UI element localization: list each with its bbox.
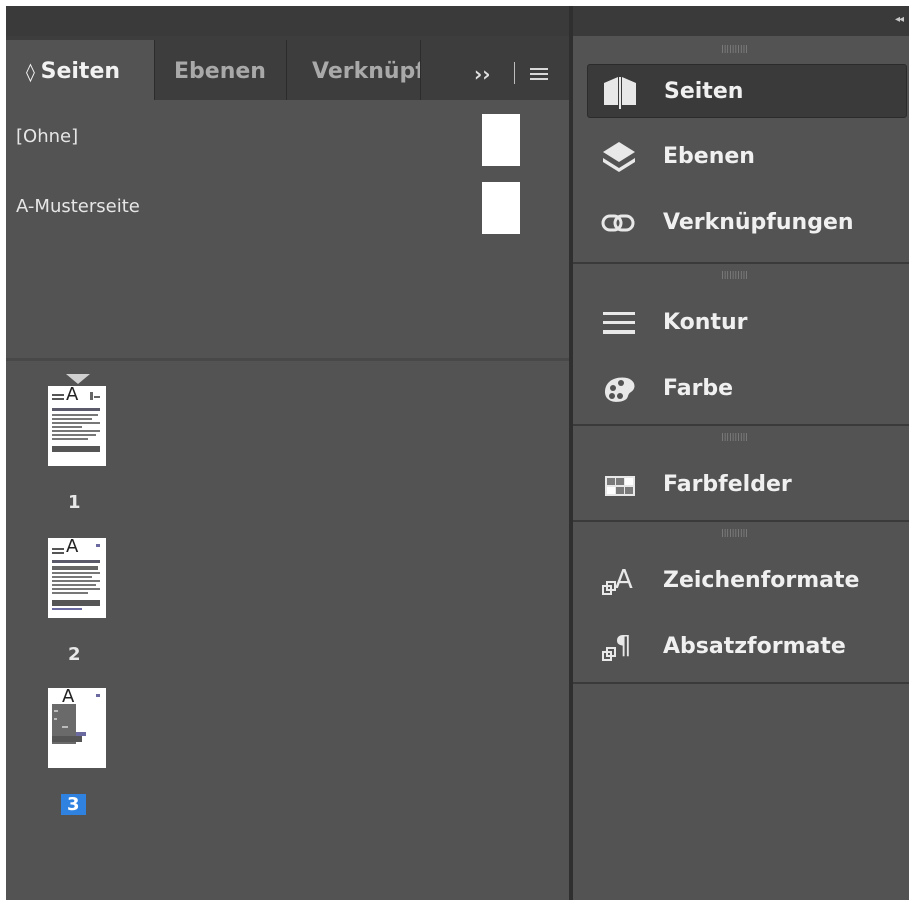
layers-icon — [601, 140, 637, 174]
dock-group-divider — [573, 262, 909, 264]
dock-item-kontur[interactable]: Kontur — [587, 296, 905, 348]
grip-handle-icon[interactable]: |||||||||| — [721, 529, 767, 537]
page-number-2[interactable]: 2 — [68, 644, 81, 665]
tab-seiten[interactable]: ◊ Seiten — [6, 40, 154, 100]
dock-group-divider — [573, 424, 909, 426]
master-label: [Ohne] — [16, 126, 79, 147]
dock-item-label: Absatzformate — [663, 634, 846, 659]
master-prefix: A — [62, 688, 75, 707]
master-thumbnail-none[interactable] — [482, 114, 520, 166]
dock-group-divider — [573, 682, 909, 684]
master-thumbnail-a[interactable] — [482, 182, 520, 234]
grip-handle-icon[interactable]: |||||||||| — [721, 433, 767, 441]
dock-item-label: Verknüpfungen — [663, 210, 854, 235]
paragraph-styles-icon: ¶ — [601, 630, 637, 664]
page-thumbnail-1[interactable]: A — [48, 386, 106, 466]
dock-item-absatzformate[interactable]: ¶ Absatzformate — [587, 620, 905, 672]
master-label: A-Musterseite — [16, 196, 140, 217]
master-item-a[interactable]: A-Musterseite — [16, 196, 140, 217]
page-thumbnail-3[interactable]: A — [48, 688, 106, 768]
insert-marker-icon — [66, 374, 90, 384]
indesign-panel-dock: ◂◂ ◊ Seiten Ebenen Verknüpf ›› [Ohne] A-… — [6, 6, 909, 900]
tab-verknuepfungen[interactable]: Verknüpf — [286, 40, 420, 100]
grip-handle-icon[interactable]: |||||||||| — [721, 271, 767, 279]
dock-item-label: Seiten — [664, 79, 744, 104]
dock-item-ebenen[interactable]: Ebenen — [587, 130, 905, 182]
dock-splitter[interactable] — [569, 6, 573, 900]
dock-item-seiten[interactable]: Seiten — [587, 64, 907, 118]
dock-item-verknuepfungen[interactable]: Verknüpfungen — [587, 196, 905, 248]
pages-icon — [602, 75, 638, 109]
master-prefix: A — [66, 538, 79, 557]
page-thumbnail-2[interactable]: A — [48, 538, 106, 618]
panel-tab-bar: ◊ Seiten Ebenen Verknüpf ›› — [6, 36, 569, 100]
dock-item-label: Farbfelder — [663, 472, 792, 497]
character-styles-icon: A — [601, 564, 637, 598]
svg-text:¶: ¶ — [615, 631, 632, 661]
page-number-3[interactable]: 3 — [61, 794, 86, 815]
dock-item-label: Zeichenformate — [663, 568, 860, 593]
panel-divider[interactable] — [6, 358, 569, 361]
tab-label: Ebenen — [174, 59, 266, 84]
page-content-preview — [52, 694, 100, 744]
tab-divider — [420, 40, 421, 100]
stroke-icon — [601, 306, 637, 340]
svg-text:A: A — [615, 565, 633, 595]
panel-overflow-button[interactable]: ›› — [474, 62, 490, 86]
dock-item-zeichenformate[interactable]: A Zeichenformate — [587, 554, 905, 606]
tab-sort-icon: ◊ — [26, 62, 41, 83]
tab-ebenen[interactable]: Ebenen — [154, 40, 286, 100]
dock-title-bar: ◂◂ — [6, 6, 909, 36]
dock-item-label: Farbe — [663, 376, 734, 401]
dock-item-farbe[interactable]: Farbe — [587, 362, 905, 414]
hamburger-menu-icon[interactable] — [530, 66, 548, 80]
double-chevron-left-icon[interactable]: ◂◂ — [895, 14, 904, 25]
palette-icon — [601, 372, 637, 406]
swatches-icon — [601, 468, 637, 502]
tab-separator — [514, 62, 515, 84]
dock-group-divider — [573, 520, 909, 522]
dock-item-label: Ebenen — [663, 144, 755, 169]
dock-item-farbfelder[interactable]: Farbfelder — [587, 458, 905, 510]
page-number-1[interactable]: 1 — [68, 492, 81, 513]
master-item-none[interactable]: [Ohne] — [16, 126, 78, 147]
master-prefix: A — [66, 386, 79, 405]
tab-label: Verknüpf — [312, 59, 420, 84]
tab-label: Seiten — [40, 59, 121, 84]
grip-handle-icon[interactable]: |||||||||| — [721, 45, 767, 53]
link-icon — [601, 206, 637, 240]
dock-item-label: Kontur — [663, 310, 748, 335]
